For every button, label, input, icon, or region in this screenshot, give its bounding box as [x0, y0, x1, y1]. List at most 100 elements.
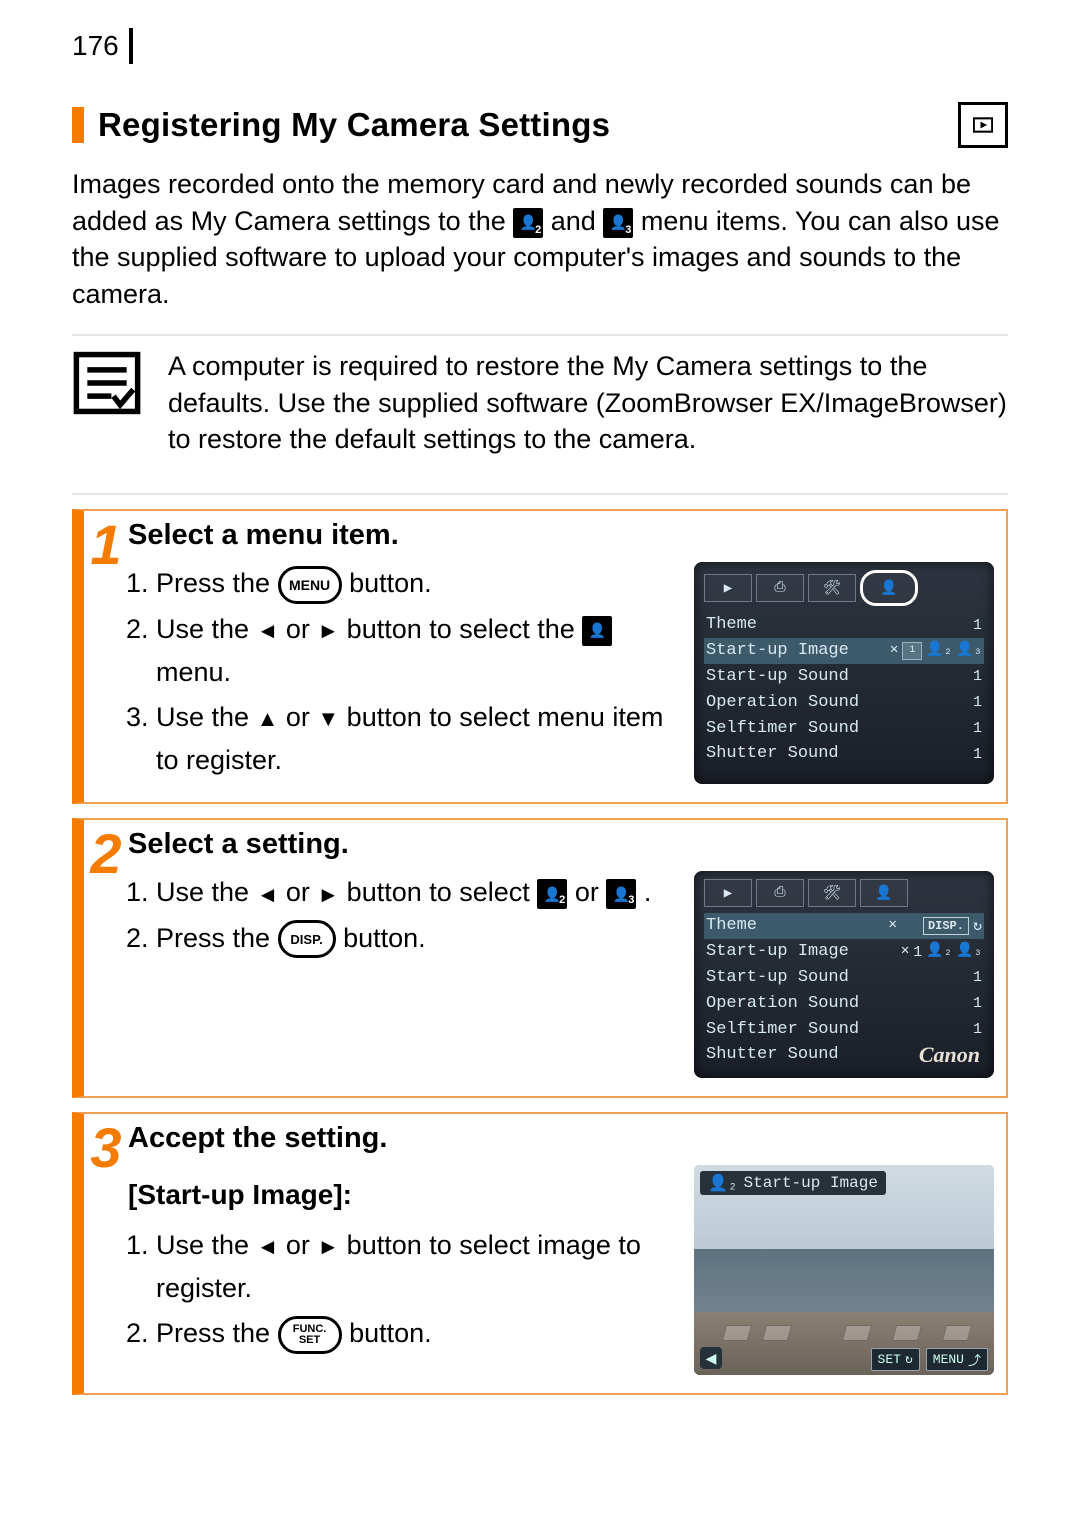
- lcd-tab-tools-icon: 🛠: [808, 574, 856, 602]
- lcd-row-value: 1: [973, 992, 982, 1016]
- right-arrow-icon: ►: [317, 1229, 339, 1264]
- left-arrow-icon: ◄: [257, 1229, 279, 1264]
- text: Use the: [156, 877, 257, 907]
- lcd-row-value: 1: [973, 691, 982, 715]
- step-3: 3 Accept the setting. [Start-up Image]: …: [72, 1112, 1008, 1395]
- lcd-tab-play-icon: ▶: [704, 879, 752, 907]
- lcd-tab-print-icon: ⎙: [756, 879, 804, 907]
- step-title: Accept the setting.: [128, 1122, 994, 1155]
- camera-lcd-screenshot: ▶ ⎙ 🛠 👤 Theme ✕ DISP. ↻ Start-up Image ✕ 1…: [694, 871, 994, 1078]
- mycamera-menu-icon: 👤: [582, 616, 612, 646]
- lcd-row-label: Selftimer Sound: [706, 717, 859, 741]
- playback-mode-icon: [958, 102, 1008, 148]
- lcd-row-label: Operation Sound: [706, 992, 859, 1016]
- step-instructions: Use the ◄ or ► button to select 👤2 or 👤3…: [128, 871, 676, 1078]
- text: or: [286, 614, 318, 644]
- text: or: [286, 1230, 318, 1260]
- lcd-menu-chip: MENU ⤴: [926, 1348, 988, 1371]
- text: button to select the: [347, 614, 583, 644]
- step-title: Select a setting.: [128, 828, 994, 861]
- down-arrow-icon: ▼: [317, 701, 339, 736]
- lcd-overlay-title: 👤₂Start-up Image: [700, 1171, 886, 1195]
- left-arrow-icon: ◄: [257, 877, 279, 912]
- lcd-row-value: 1: [973, 966, 982, 990]
- intro-text-2: and: [551, 206, 604, 236]
- step-title: Select a menu item.: [128, 519, 994, 552]
- section-header-row: Registering My Camera Settings: [72, 102, 1008, 148]
- text: or: [286, 877, 318, 907]
- lcd-row-label: Operation Sound: [706, 691, 859, 715]
- step-1: 1 Select a menu item. Press the MENU but…: [72, 509, 1008, 804]
- page-number: 176: [72, 28, 133, 64]
- lcd-row-value: 1: [973, 717, 982, 741]
- func-set-button-icon: FUNC.SET: [278, 1316, 342, 1354]
- lcd-row-value: 1: [973, 742, 982, 766]
- text: or: [286, 702, 318, 732]
- text: .: [644, 877, 652, 907]
- text: button.: [343, 923, 426, 953]
- note-icon: [72, 348, 142, 418]
- section-title: Registering My Camera Settings: [98, 106, 944, 144]
- text: menu.: [156, 657, 231, 687]
- lcd-tab-print-icon: ⎙: [756, 574, 804, 602]
- manual-page: 176 Registering My Camera Settings Image…: [0, 0, 1080, 1521]
- lcd-tab-tools-icon: 🛠: [808, 879, 856, 907]
- text: Press the: [156, 923, 278, 953]
- right-arrow-icon: ►: [317, 877, 339, 912]
- lcd-row-label: Shutter Sound: [706, 1043, 839, 1067]
- camera-lcd-photo-preview: 👤₂Start-up Image ◀ SET ↻ MENU ⤴: [694, 1165, 994, 1375]
- lcd-row-value: 1: [973, 613, 982, 637]
- text: Use the: [156, 614, 257, 644]
- canon-logo: Canon: [919, 1042, 980, 1068]
- divider: [72, 334, 1008, 336]
- lcd-tab-mycamera-icon: 👤: [860, 570, 918, 606]
- step-instructions: Press the MENU button. Use the ◄ or ► bu…: [128, 562, 676, 784]
- text: button to select: [347, 877, 538, 907]
- lcd-row-value: ✕ DISP. ↻: [889, 914, 983, 938]
- lcd-row-value: ✕ 1 👤₂👤₃: [901, 940, 982, 964]
- lcd-row-label: Start-up Sound: [706, 966, 849, 990]
- text: or: [575, 877, 607, 907]
- divider: [72, 493, 1008, 495]
- lcd-tab-mycamera-icon: 👤: [860, 879, 908, 907]
- lcd-row-value: ✕1👤₂👤₃: [890, 639, 982, 663]
- text: Press the: [156, 568, 278, 598]
- lcd-row-label: Selftimer Sound: [706, 1018, 859, 1042]
- menu-button-icon: MENU: [278, 566, 342, 604]
- lcd-row-label: Shutter Sound: [706, 742, 839, 766]
- lcd-prev-page-icon: ◀: [700, 1347, 722, 1369]
- lcd-tab-play-icon: ▶: [704, 574, 752, 602]
- up-arrow-icon: ▲: [257, 701, 279, 736]
- left-arrow-icon: ◄: [257, 613, 279, 648]
- section-accent-bar: [72, 107, 84, 143]
- right-arrow-icon: ►: [317, 613, 339, 648]
- step-subheading: [Start-up Image]:: [128, 1173, 676, 1218]
- lcd-row-label: Theme: [706, 613, 757, 637]
- intro-paragraph: Images recorded onto the memory card and…: [72, 166, 1008, 312]
- lcd-set-chip: SET ↻: [871, 1348, 920, 1371]
- mycamera-slot2-icon: 👤2: [537, 879, 567, 909]
- lcd-row-label: Theme: [706, 914, 757, 938]
- mycamera-slot2-icon: 👤2: [513, 208, 543, 238]
- text: Use the: [156, 702, 257, 732]
- step-number: 2: [84, 826, 128, 1078]
- note-text: A computer is required to restore the My…: [168, 348, 1008, 457]
- mycamera-slot3-icon: 👤3: [603, 208, 633, 238]
- step-2: 2 Select a setting. Use the ◄ or ► butto…: [72, 818, 1008, 1098]
- disp-button-icon: DISP.: [278, 920, 336, 958]
- camera-lcd-screenshot: ▶ ⎙ 🛠 👤 Theme 1 Start-up Image ✕1👤₂👤₃ Star…: [694, 562, 994, 784]
- lcd-row-label: Start-up Image: [706, 940, 849, 964]
- lcd-overlay-buttons: SET ↻ MENU ⤴: [871, 1348, 988, 1371]
- text: button.: [349, 1318, 432, 1348]
- lcd-row-label: Start-up Sound: [706, 665, 849, 689]
- note-block: A computer is required to restore the My…: [72, 348, 1008, 471]
- step-instructions: [Start-up Image]: Use the ◄ or ► button …: [128, 1165, 676, 1375]
- step-number: 3: [84, 1120, 128, 1375]
- text: button.: [349, 568, 432, 598]
- lcd-row-value: 1: [973, 665, 982, 689]
- text: Use the: [156, 1230, 257, 1260]
- mycamera-slot3-icon: 👤3: [606, 879, 636, 909]
- text: Press the: [156, 1318, 278, 1348]
- lcd-row-value: 1: [973, 1018, 982, 1042]
- lcd-row-label: Start-up Image: [706, 639, 849, 663]
